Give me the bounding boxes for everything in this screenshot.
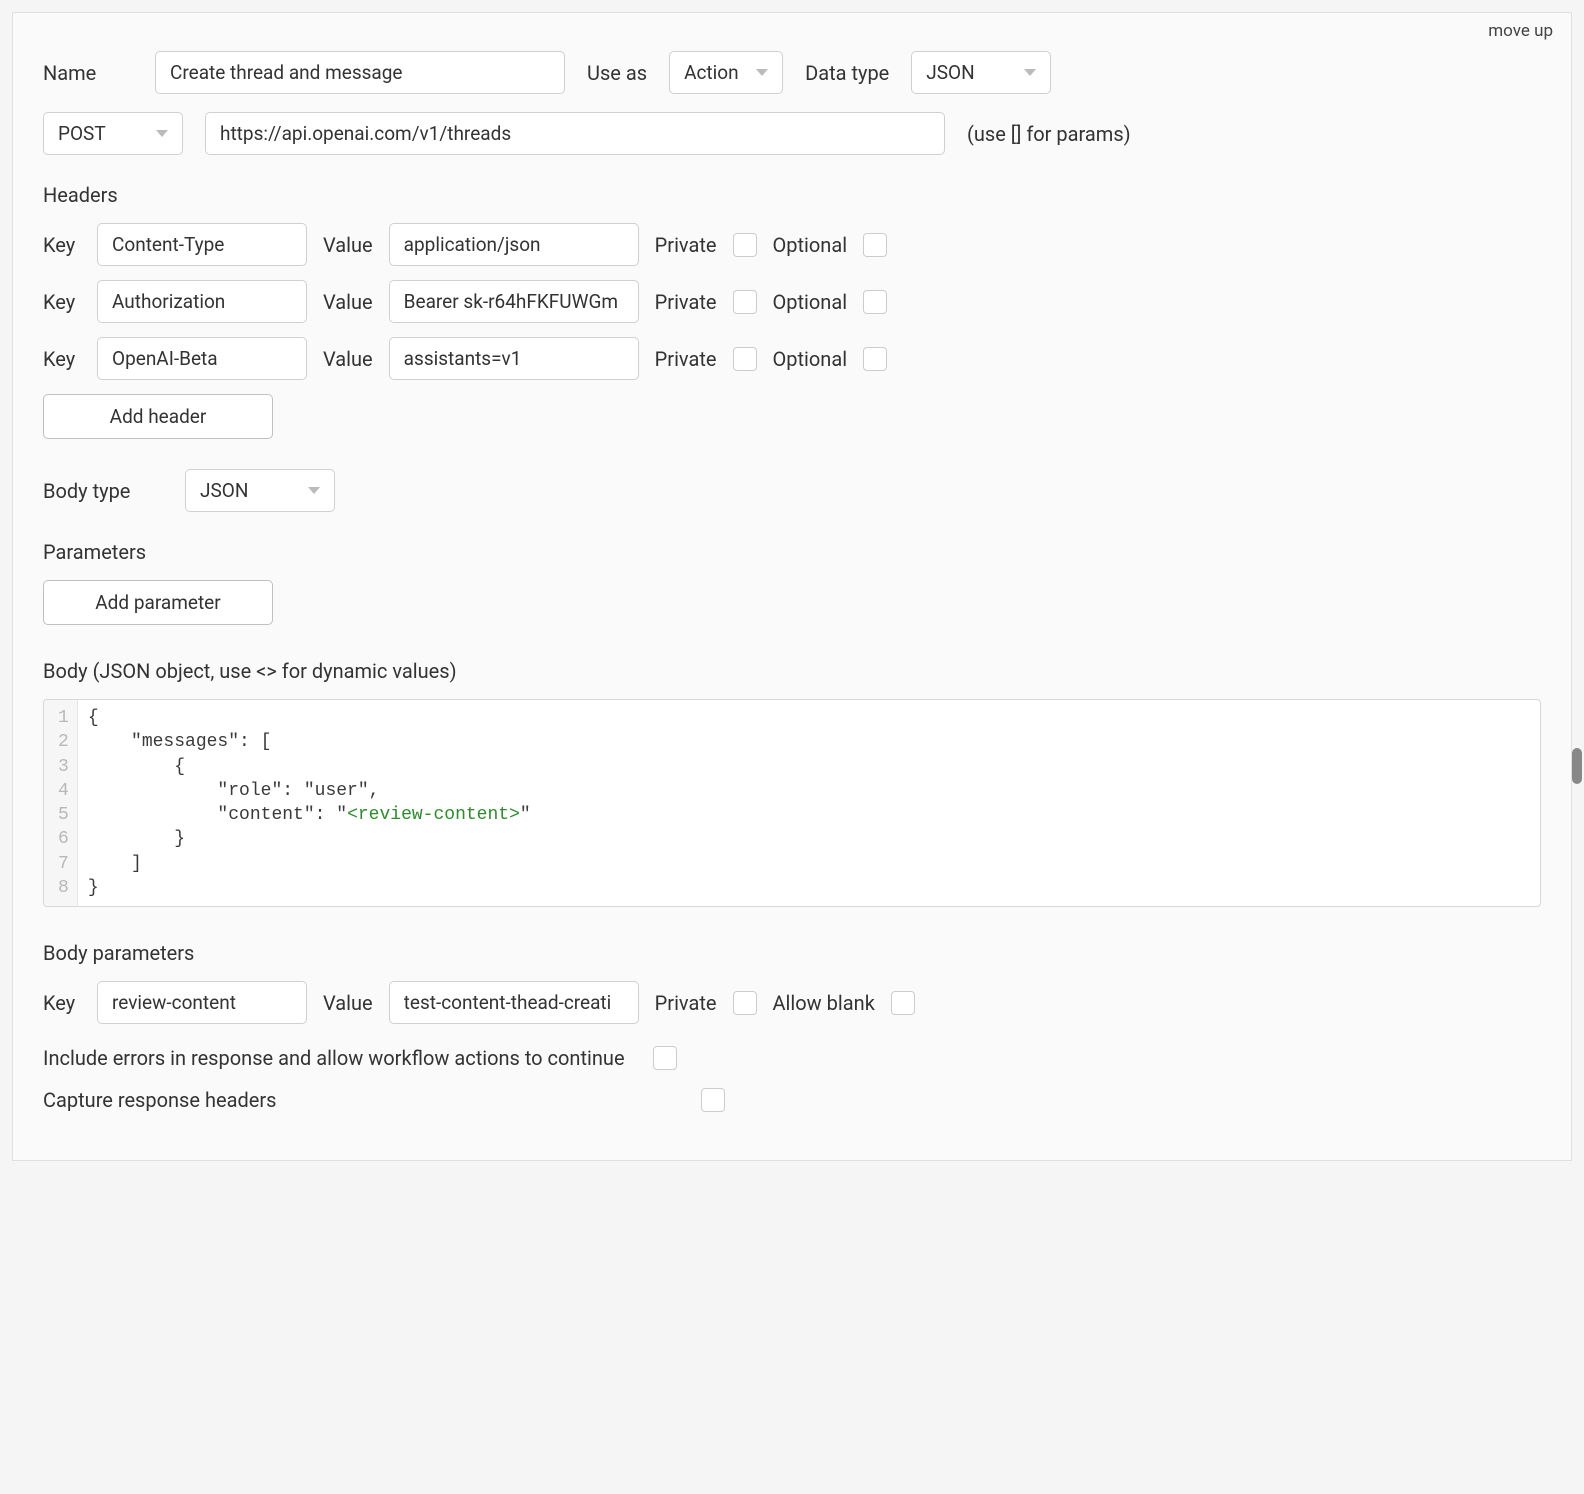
header-value-input[interactable] bbox=[389, 337, 639, 380]
move-up-link[interactable]: move up bbox=[1488, 21, 1553, 41]
chevron-down-icon bbox=[156, 130, 168, 137]
data-type-label: Data type bbox=[805, 61, 889, 85]
chevron-down-icon bbox=[1024, 69, 1036, 76]
header-value-input[interactable] bbox=[389, 280, 639, 323]
header-private-label: Private bbox=[655, 347, 717, 371]
add-header-button[interactable]: Add header bbox=[43, 394, 273, 439]
params-hint: (use [] for params) bbox=[967, 122, 1131, 146]
name-row: Name Use as Action Data type JSON bbox=[43, 51, 1541, 94]
data-type-value: JSON bbox=[926, 61, 974, 84]
header-value-label: Value bbox=[323, 233, 373, 257]
header-private-checkbox[interactable] bbox=[733, 233, 757, 257]
use-as-select[interactable]: Action bbox=[669, 51, 783, 94]
header-key-label: Key bbox=[43, 290, 81, 314]
url-input[interactable] bbox=[205, 112, 945, 155]
body-param-key-input[interactable] bbox=[97, 981, 307, 1024]
add-parameter-button[interactable]: Add parameter bbox=[43, 580, 273, 625]
body-param-value-input[interactable] bbox=[389, 981, 639, 1024]
capture-headers-checkbox[interactable] bbox=[701, 1088, 725, 1112]
use-as-value: Action bbox=[684, 61, 739, 84]
scrollbar-thumb[interactable] bbox=[1572, 748, 1582, 784]
include-errors-checkbox[interactable] bbox=[653, 1046, 677, 1070]
code-content[interactable]: { "messages": [ { "role": "user", "conte… bbox=[78, 700, 1540, 906]
header-key-input[interactable] bbox=[97, 223, 307, 266]
body-param-allow-blank-label: Allow blank bbox=[773, 991, 875, 1015]
body-json-label: Body (JSON object, use <> for dynamic va… bbox=[43, 659, 1541, 683]
header-row: Key Value Private Optional bbox=[43, 337, 1541, 380]
body-type-row: Body type JSON bbox=[43, 469, 1541, 512]
chevron-down-icon bbox=[756, 69, 768, 76]
header-key-input[interactable] bbox=[97, 280, 307, 323]
header-key-label: Key bbox=[43, 347, 81, 371]
body-param-private-checkbox[interactable] bbox=[733, 991, 757, 1015]
data-type-select[interactable]: JSON bbox=[911, 51, 1051, 94]
include-errors-label: Include errors in response and allow wor… bbox=[43, 1046, 625, 1070]
header-optional-checkbox[interactable] bbox=[863, 347, 887, 371]
parameters-title: Parameters bbox=[43, 540, 1541, 564]
body-type-select[interactable]: JSON bbox=[185, 469, 335, 512]
header-private-checkbox[interactable] bbox=[733, 347, 757, 371]
header-key-input[interactable] bbox=[97, 337, 307, 380]
capture-headers-label: Capture response headers bbox=[43, 1088, 673, 1112]
include-errors-row: Include errors in response and allow wor… bbox=[43, 1046, 1541, 1070]
header-key-label: Key bbox=[43, 233, 81, 257]
header-value-input[interactable] bbox=[389, 223, 639, 266]
code-gutter: 1 2 3 4 5 6 7 8 bbox=[44, 700, 78, 906]
header-optional-label: Optional bbox=[773, 233, 848, 257]
header-value-label: Value bbox=[323, 347, 373, 371]
api-call-config-panel: move up Name Use as Action Data type JSO… bbox=[12, 12, 1572, 1161]
name-label: Name bbox=[43, 61, 133, 85]
use-as-label: Use as bbox=[587, 61, 647, 85]
http-method-value: POST bbox=[58, 122, 106, 145]
name-input[interactable] bbox=[155, 51, 565, 94]
body-param-row: Key Value Private Allow blank bbox=[43, 981, 1541, 1024]
capture-headers-row: Capture response headers bbox=[43, 1088, 1541, 1112]
header-private-label: Private bbox=[655, 290, 717, 314]
chevron-down-icon bbox=[308, 487, 320, 494]
body-parameters-title: Body parameters bbox=[43, 941, 1541, 965]
body-json-editor[interactable]: 1 2 3 4 5 6 7 8 { "messages": [ { "role"… bbox=[43, 699, 1541, 907]
body-param-private-label: Private bbox=[655, 991, 717, 1015]
body-type-label: Body type bbox=[43, 479, 163, 503]
header-row: Key Value Private Optional bbox=[43, 223, 1541, 266]
method-url-row: POST (use [] for params) bbox=[43, 112, 1541, 155]
http-method-select[interactable]: POST bbox=[43, 112, 183, 155]
body-param-value-label: Value bbox=[323, 991, 373, 1015]
body-type-value: JSON bbox=[200, 479, 248, 502]
header-row: Key Value Private Optional bbox=[43, 280, 1541, 323]
header-optional-label: Optional bbox=[773, 290, 848, 314]
header-value-label: Value bbox=[323, 290, 373, 314]
header-optional-checkbox[interactable] bbox=[863, 233, 887, 257]
header-optional-checkbox[interactable] bbox=[863, 290, 887, 314]
body-param-allow-blank-checkbox[interactable] bbox=[891, 991, 915, 1015]
headers-title: Headers bbox=[43, 183, 1541, 207]
body-param-key-label: Key bbox=[43, 991, 81, 1015]
header-private-checkbox[interactable] bbox=[733, 290, 757, 314]
header-optional-label: Optional bbox=[773, 347, 848, 371]
header-private-label: Private bbox=[655, 233, 717, 257]
